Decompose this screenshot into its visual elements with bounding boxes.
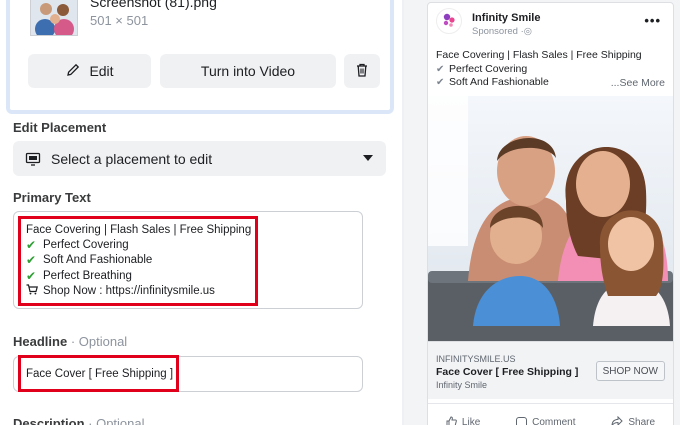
ad-preview-post: Infinity Smile Sponsored ·◎ ••• Face Cov… bbox=[427, 2, 674, 425]
primary-text-line: Shop Now : https://infinitysmile.us bbox=[26, 284, 251, 300]
headline-label-text: Headline bbox=[13, 334, 68, 349]
turn-into-video-button[interactable]: Turn into Video bbox=[160, 54, 336, 88]
link-preview-area[interactable]: INFINITYSMILE.US Face Cover [ Free Shipp… bbox=[428, 341, 673, 399]
link-domain: INFINITYSMILE.US bbox=[436, 354, 516, 364]
shop-now-button[interactable]: SHOP NOW bbox=[595, 361, 665, 381]
more-options-icon[interactable]: ••• bbox=[644, 13, 661, 28]
primary-line-2: Perfect Covering bbox=[43, 239, 129, 252]
globe-icon: ·◎ bbox=[520, 26, 533, 37]
sponsored-text: Sponsored bbox=[472, 26, 518, 37]
media-card: Screenshot (81).png 501 × 501 Edit Turn … bbox=[6, 0, 394, 114]
edit-media-button[interactable]: Edit bbox=[28, 54, 151, 88]
ad-text-line-2: Perfect Covering bbox=[449, 62, 528, 75]
comment-label: Comment bbox=[532, 417, 576, 425]
primary-text-line: ✔ Perfect Breathing bbox=[26, 269, 251, 284]
monitor-icon bbox=[25, 152, 41, 166]
trash-icon bbox=[354, 62, 370, 81]
placement-select-value: Select a placement to edit bbox=[51, 150, 213, 167]
headline-value: Face Cover [ Free Shipping ] bbox=[26, 368, 174, 380]
see-more-link[interactable]: ...See More bbox=[611, 77, 665, 89]
primary-text-content: Face Covering | Flash Sales | Free Shipp… bbox=[26, 223, 251, 300]
pencil-icon bbox=[65, 62, 81, 81]
description-label-text: Description bbox=[13, 416, 85, 425]
page-name[interactable]: Infinity Smile bbox=[472, 12, 540, 24]
ad-text-line-1: Face Covering | Flash Sales | Free Shipp… bbox=[436, 49, 642, 61]
page-logo[interactable] bbox=[436, 8, 462, 34]
comment-icon bbox=[516, 417, 528, 425]
checkmark-icon: ✔ bbox=[26, 253, 37, 268]
link-title: Face Cover [ Free Shipping ] bbox=[436, 366, 579, 378]
delete-media-button[interactable] bbox=[344, 54, 380, 88]
post-actions: Like Comment Share bbox=[428, 403, 673, 425]
description-label: Description · Optional bbox=[13, 416, 145, 425]
primary-text-line: Face Covering | Flash Sales | Free Shipp… bbox=[26, 223, 251, 238]
turn-into-video-label: Turn into Video bbox=[200, 63, 296, 79]
checkmark-icon: ✔ bbox=[436, 77, 445, 88]
primary-line-1: Face Covering | Flash Sales | Free Shipp… bbox=[26, 224, 252, 236]
primary-line-4: Perfect Breathing bbox=[43, 269, 132, 282]
ad-text-line: Face Covering | Flash Sales | Free Shipp… bbox=[436, 49, 668, 63]
ad-preview-panel: Infinity Smile Sponsored ·◎ ••• Face Cov… bbox=[404, 0, 680, 425]
headline-optional: Optional bbox=[78, 334, 128, 349]
primary-line-3: Soft And Fashionable bbox=[43, 254, 153, 267]
ad-image[interactable] bbox=[428, 96, 673, 341]
media-file-name: Screenshot (81).png bbox=[90, 0, 217, 10]
share-button[interactable]: Share bbox=[611, 415, 656, 425]
ad-text-line-3: Soft And Fashionable bbox=[449, 76, 549, 88]
like-button[interactable]: Like bbox=[446, 415, 481, 425]
checkmark-icon: ✔ bbox=[26, 268, 37, 283]
primary-line-5: Shop Now : https://infinitysmile.us bbox=[43, 285, 215, 298]
like-label: Like bbox=[461, 417, 481, 425]
primary-text-label: Primary Text bbox=[13, 190, 91, 205]
primary-text-line: ✔ Perfect Covering bbox=[26, 238, 251, 253]
link-subtitle: Infinity Smile bbox=[436, 380, 488, 390]
primary-text-line: ✔ Soft And Fashionable bbox=[26, 253, 251, 268]
media-dimensions: 501 × 501 bbox=[90, 13, 149, 28]
headline-label: Headline · Optional bbox=[13, 334, 128, 349]
thumbs-up-icon bbox=[446, 415, 457, 425]
description-optional: Optional bbox=[96, 416, 145, 425]
share-icon bbox=[611, 415, 624, 425]
ad-text-line: ✔ Perfect Covering bbox=[436, 63, 668, 77]
edit-media-label: Edit bbox=[89, 63, 114, 79]
ad-editor-panel: Screenshot (81).png 501 × 501 Edit Turn … bbox=[0, 0, 395, 425]
shopping-cart-icon bbox=[26, 284, 38, 300]
share-label: Share bbox=[628, 417, 656, 425]
edit-placement-label: Edit Placement bbox=[13, 120, 107, 135]
checkmark-icon: ✔ bbox=[26, 238, 37, 253]
placement-select[interactable]: Select a placement to edit bbox=[13, 141, 386, 176]
media-thumbnail[interactable] bbox=[30, 0, 78, 36]
comment-button[interactable]: Comment bbox=[516, 417, 576, 425]
chevron-down-icon bbox=[363, 155, 373, 161]
checkmark-icon: ✔ bbox=[436, 63, 445, 75]
sponsored-label: Sponsored ·◎ bbox=[472, 26, 532, 37]
